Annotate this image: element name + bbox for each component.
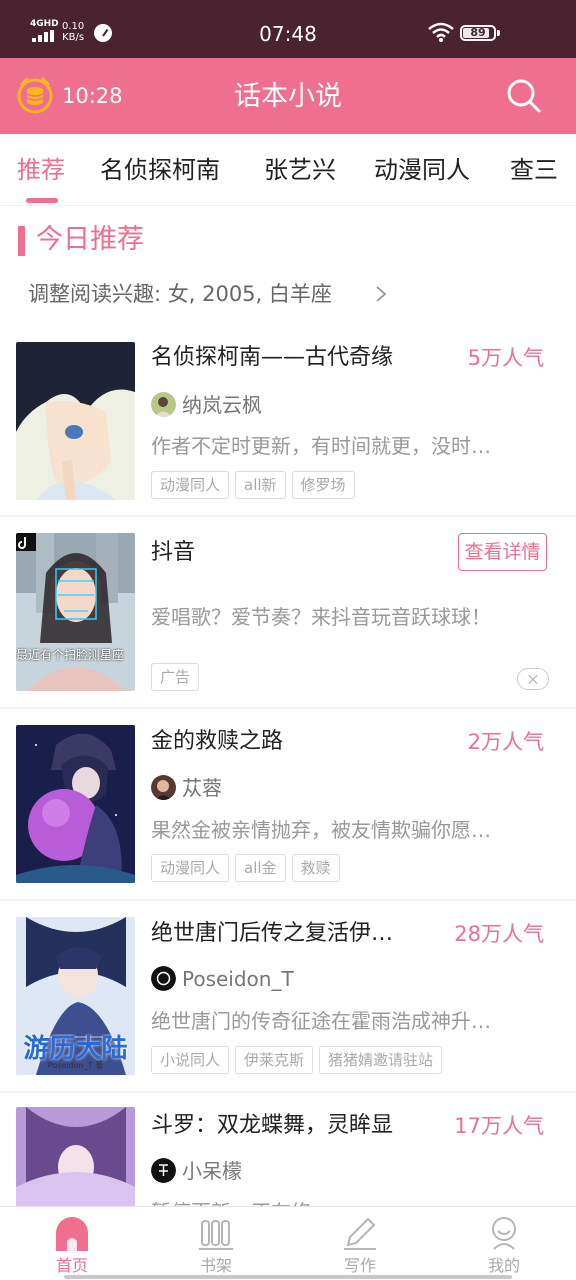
author-name: 小呆檬 xyxy=(182,1159,242,1183)
ad-label: 广告 xyxy=(151,663,200,691)
app-root: { "status_bar": { "network": "4GHD", "sp… xyxy=(0,0,576,1280)
status-bar: 4GHD 0.10 KB/s 07:48 89 xyxy=(0,0,576,58)
story-tag[interactable]: 动漫同人 xyxy=(151,854,230,882)
story-card[interactable]: 游历大陆 Poseidon_T 著 绝世唐门后传之复活伊… 28万人气 Pose… xyxy=(0,901,576,1091)
tab-anime-fanfic[interactable]: 动漫同人 xyxy=(374,154,470,186)
tab-conan[interactable]: 名侦探柯南 xyxy=(100,154,220,186)
ad-card[interactable]: 最近有个扫脸测星座 抖音 查看详情 爱唱歌？爱节奏？来抖音玩音跃球球！ 广告 xyxy=(0,517,576,707)
nav-home-label: 首页 xyxy=(55,1256,88,1275)
ad-title[interactable]: 抖音 xyxy=(151,537,431,569)
story-card[interactable]: 名侦探柯南——古代奇缘 5万人气 纳岚云枫 作者不定时更新，有时间就更，没时… … xyxy=(0,330,576,516)
nav-profile[interactable]: 我的 xyxy=(432,1207,576,1280)
active-tab-indicator xyxy=(26,198,58,203)
story-card[interactable]: 斗罗：双龙蝶舞，灵眸显 17万人气 小呆檬 暂停更新，正在修… xyxy=(0,1093,576,1206)
tab-more[interactable]: 查三 xyxy=(510,154,558,186)
battery-level: 89 xyxy=(470,26,486,39)
author-avatar xyxy=(151,1158,176,1183)
nav-write-label: 写作 xyxy=(343,1256,376,1275)
popularity-count: 17万人气 xyxy=(454,1114,544,1138)
popularity-count: 5万人气 xyxy=(467,346,544,370)
story-description: 果然金被亲情抛弃，被友情欺骗你愿… xyxy=(151,818,491,842)
profile-icon xyxy=(492,1217,516,1250)
battery-icon: 89 xyxy=(460,25,496,41)
story-description: 暂停更新，正在修… xyxy=(151,1197,545,1206)
story-tag[interactable]: 猪猪婧邀请驻站 xyxy=(319,1046,443,1074)
story-tag[interactable]: 小说同人 xyxy=(151,1046,230,1074)
story-title[interactable]: 绝世唐门后传之复活伊… xyxy=(151,918,423,950)
story-cover[interactable] xyxy=(16,1107,135,1206)
battery-tip xyxy=(497,30,500,36)
tag-list: 小说同人 伊莱克斯 猪猪婧邀请驻站 xyxy=(151,1046,448,1074)
nav-home[interactable]: 首页 xyxy=(0,1207,144,1280)
pen-icon xyxy=(344,1217,376,1250)
section-title: 今日推荐 xyxy=(36,224,144,255)
ad-cover-caption: 最近有个扫脸测星座 xyxy=(16,648,125,662)
cover-author-text: Poseidon_T 著 xyxy=(47,1061,104,1070)
author-avatar xyxy=(151,775,176,800)
story-tag[interactable]: all金 xyxy=(235,854,286,882)
bottom-nav: 首页 书架 写作 我的 xyxy=(0,1206,576,1280)
ad-label-row: 广告 xyxy=(151,663,205,691)
story-description: 作者不定时更新，有时间就更，没时… xyxy=(151,434,491,458)
bookshelf-icon xyxy=(199,1220,233,1250)
category-tabs: 推荐 名侦探柯南 张艺兴 动漫同人 查三 xyxy=(0,134,576,206)
chevron-right-icon xyxy=(376,286,387,302)
tab-recommend[interactable]: 推荐 xyxy=(17,154,65,186)
nav-profile-label: 我的 xyxy=(487,1256,520,1275)
story-cover[interactable] xyxy=(16,342,135,500)
story-tag[interactable]: 动漫同人 xyxy=(151,471,230,499)
story-description: 绝世唐门的传奇征途在霍雨浩成神升… xyxy=(151,1009,491,1033)
nav-write[interactable]: 写作 xyxy=(288,1207,432,1280)
story-title[interactable]: 金的救赎之路 xyxy=(151,726,431,758)
story-tag[interactable]: 修罗场 xyxy=(291,471,355,499)
app-header: 10:28 话本小说 xyxy=(0,58,576,134)
story-title[interactable]: 斗罗：双龙蝶舞，灵眸显 xyxy=(151,1110,431,1142)
interest-settings-link[interactable]: 调整阅读兴趣: 女, 2005, 白羊座 xyxy=(28,279,332,309)
nav-bookshelf[interactable]: 书架 xyxy=(144,1207,288,1280)
story-title[interactable]: 名侦探柯南——古代奇缘 xyxy=(151,342,431,374)
close-ad-icon[interactable] xyxy=(517,668,549,690)
app-title: 话本小说 xyxy=(234,81,342,112)
author-avatar xyxy=(151,966,176,991)
story-tag[interactable]: all新 xyxy=(235,471,286,499)
view-details-button[interactable]: 查看详情 xyxy=(458,533,547,571)
ad-description: 爱唱歌？爱节奏？来抖音玩音跃球球！ xyxy=(151,605,491,629)
author-avatar xyxy=(151,392,176,417)
popularity-count: 28万人气 xyxy=(454,922,544,946)
nav-bookshelf-label: 书架 xyxy=(199,1256,232,1275)
home-indicator xyxy=(64,1275,512,1279)
story-card[interactable]: 金的救赎之路 2万人气 苁蓉 果然金被亲情抛弃，被友情欺骗你愿… 动漫同人 all… xyxy=(0,709,576,899)
popularity-count: 2万人气 xyxy=(467,730,544,754)
ad-cover[interactable] xyxy=(16,533,135,691)
home-icon xyxy=(56,1217,88,1251)
author-name: 苁蓉 xyxy=(182,776,222,800)
section-marker xyxy=(18,226,25,256)
tag-list: 动漫同人 all金 救赎 xyxy=(151,854,346,882)
tab-zhang-yixing[interactable]: 张艺兴 xyxy=(264,154,336,186)
tag-list: 动漫同人 all新 修罗场 xyxy=(151,471,361,499)
wifi-icon xyxy=(428,22,454,42)
story-cover[interactable] xyxy=(16,725,135,883)
story-tag[interactable]: 伊莱克斯 xyxy=(235,1046,314,1074)
story-tag[interactable]: 救赎 xyxy=(291,854,340,882)
author-name: Poseidon_T xyxy=(182,967,294,991)
search-icon[interactable] xyxy=(504,76,544,116)
cover-title-text: 游历大陆 xyxy=(23,1034,128,1064)
author-name: 纳岚云枫 xyxy=(182,393,262,417)
